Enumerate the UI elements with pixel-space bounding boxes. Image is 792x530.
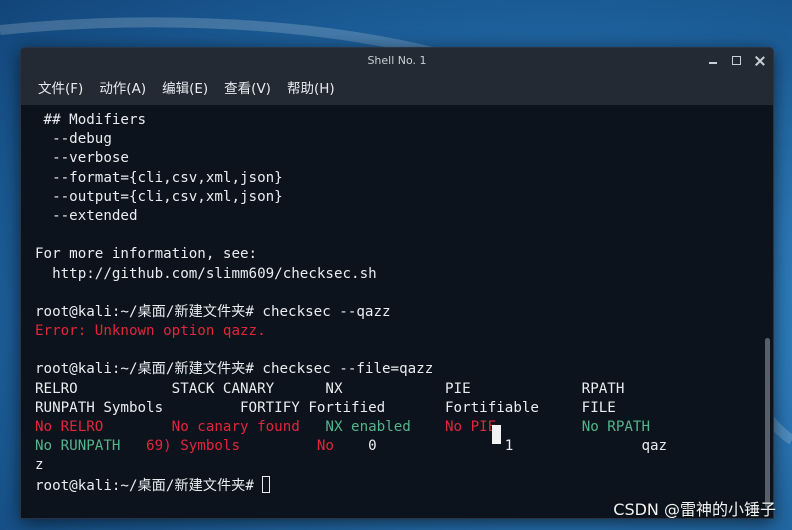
terminal-output[interactable]: ## Modifiers --debug --verbose --format=… (21, 105, 773, 518)
menu-help[interactable]: 帮助(H) (279, 73, 343, 105)
terminal-text: --verbose (35, 150, 129, 167)
terminal-line: --extended (35, 207, 773, 226)
terminal-line: --verbose (35, 149, 773, 168)
terminal-text: 69) Symbols No (146, 438, 369, 455)
prompt-cursor (262, 475, 271, 493)
terminal-line: http://github.com/slimm609/checksec.sh (35, 265, 773, 284)
terminal-line: --output={cli,csv,xml,json} (35, 188, 773, 207)
terminal-text: ## Modifiers (35, 112, 147, 128)
terminal-line: --format={cli,csv,xml,json} (35, 169, 773, 188)
terminal-line: z (35, 456, 773, 475)
terminal-text: root@kali:~/桌面/新建文件夹# checksec --qazz (35, 303, 391, 320)
terminal-line: root@kali:~/桌面/新建文件夹# checksec --file=qa… (35, 360, 773, 379)
terminal-line: root@kali:~/桌面/新建文件夹# checksec --qazz (35, 303, 773, 322)
title-bar[interactable]: Shell No. 1 (21, 48, 773, 73)
terminal-line: --debug (35, 130, 773, 149)
minimize-icon[interactable] (708, 56, 718, 66)
terminal-text: No RPATH (581, 419, 651, 435)
terminal-text: http://github.com/slimm609/checksec.sh (35, 265, 377, 282)
terminal-text: root@kali:~/桌面/新建文件夹# (35, 477, 263, 494)
menu-file[interactable]: 文件(F) (30, 73, 91, 105)
terminal-line: RELRO STACK CANARY NX PIE RPATH (35, 380, 773, 399)
terminal-text: --extended (35, 207, 138, 224)
close-icon[interactable] (755, 56, 765, 66)
terminal-text: No RELRO No canary found (35, 419, 326, 435)
window-title: Shell No. 1 (367, 54, 427, 67)
terminal-text: --output={cli,csv,xml,json} (35, 188, 283, 205)
menu-view[interactable]: 查看(V) (216, 73, 279, 105)
scrollbar[interactable] (765, 338, 770, 508)
menu-edit[interactable]: 编辑(E) (154, 73, 216, 105)
terminal-line: For more information, see: (35, 245, 773, 264)
terminal-text: Error: Unknown option qazz. (35, 323, 266, 340)
terminal-text: No RUNPATH (35, 438, 147, 455)
terminal-text: --format={cli,csv,xml,json} (35, 169, 283, 186)
terminal-line: ## Modifiers (35, 111, 773, 130)
menu-actions[interactable]: 动作(A) (91, 73, 154, 105)
terminal-line: No RUNPATH 69) Symbols No 0 1 qaz (35, 437, 773, 456)
terminal-text: NX enabled (325, 419, 446, 435)
csdn-watermark: CSDN @雷神的小锤子 (613, 500, 776, 519)
window-controls (708, 48, 765, 73)
terminal-text: No PIE (445, 419, 582, 435)
text-cursor (492, 425, 501, 444)
terminal-text: RUNPATH Symbols FORTIFY Fortified Fortif… (35, 399, 616, 416)
terminal-text: 0 1 qaz (368, 438, 668, 455)
terminal-line: No RELRO No canary found NX enabled No P… (35, 418, 773, 437)
menu-bar: 文件(F) 动作(A) 编辑(E) 查看(V) 帮助(H) (21, 73, 773, 106)
terminal-window[interactable]: Shell No. 1 文件(F) 动作(A) 编辑(E) 查看(V) 帮助(H… (20, 47, 774, 519)
terminal-text: --debug (35, 131, 112, 148)
terminal-text: RELRO STACK CANARY NX PIE RPATH (35, 380, 625, 397)
terminal-line: root@kali:~/桌面/新建文件夹# (35, 475, 773, 495)
terminal-line: RUNPATH Symbols FORTIFY Fortified Fortif… (35, 399, 773, 418)
terminal-text: root@kali:~/桌面/新建文件夹# checksec --file=qa… (35, 361, 434, 378)
terminal-line: Error: Unknown option qazz. (35, 322, 773, 341)
terminal-text: z (35, 457, 44, 474)
terminal-text: For more information, see: (35, 246, 258, 263)
maximize-icon[interactable] (732, 56, 741, 65)
